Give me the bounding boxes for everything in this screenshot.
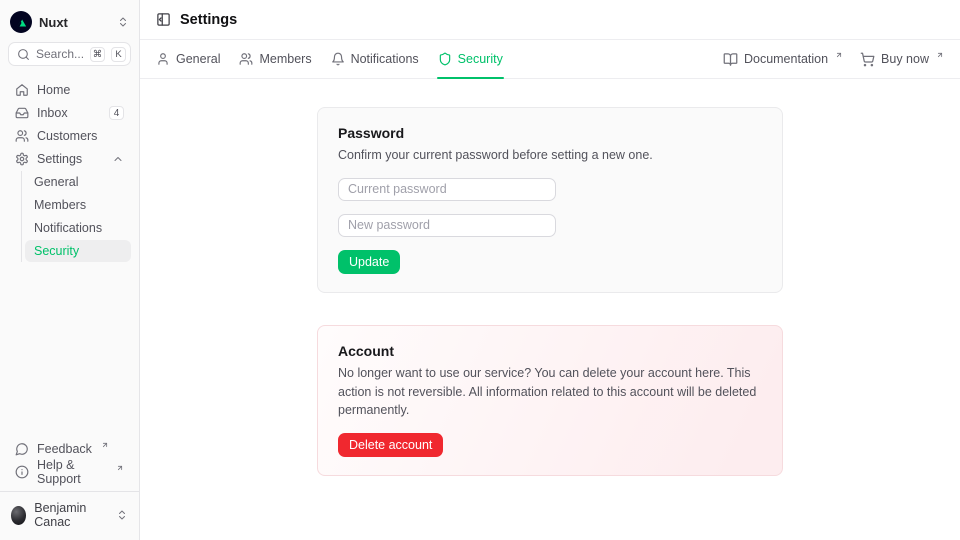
search-icon (17, 48, 30, 61)
sidebar-item-label: Home (37, 83, 70, 97)
update-password-button[interactable]: Update (338, 250, 400, 274)
search-input[interactable]: Search... ⌘ K (8, 42, 131, 66)
sidebar-item-label: Customers (37, 129, 97, 143)
chevrons-up-down-icon (117, 16, 129, 28)
active-tab-underline (437, 77, 504, 79)
action-label: Documentation (744, 52, 828, 66)
cart-icon (860, 52, 875, 67)
sidebar-item-general[interactable]: General (25, 171, 131, 193)
settings-content: Password Confirm your current password b… (140, 79, 960, 540)
delete-account-button[interactable]: Delete account (338, 433, 443, 457)
password-card-description: Confirm your current password before set… (338, 146, 762, 165)
inbox-count-badge: 4 (109, 106, 124, 120)
external-link-icon (116, 464, 124, 472)
sidebar-item-label: General (34, 175, 78, 189)
account-card-description: No longer want to use our service? You c… (338, 364, 762, 420)
home-icon (15, 83, 29, 97)
kbd-k: K (111, 47, 126, 62)
sidebar-item-settings[interactable]: Settings (8, 148, 131, 170)
search-placeholder: Search... (36, 47, 84, 61)
sidebar-item-security[interactable]: Security (25, 240, 131, 262)
gear-icon (15, 152, 29, 166)
sidebar-footer-nav: Feedback Help & Support (8, 438, 131, 483)
sidebar-item-notifications[interactable]: Notifications (25, 217, 131, 239)
nuxt-logo-icon (10, 11, 32, 33)
bell-icon (331, 52, 345, 66)
password-card-title: Password (338, 125, 762, 141)
sidebar-item-feedback[interactable]: Feedback (8, 438, 131, 460)
chat-bubble-icon (15, 442, 29, 456)
tab-security[interactable]: Security (438, 40, 503, 78)
sidebar-item-label: Help & Support (37, 458, 107, 486)
sidebar-item-help-support[interactable]: Help & Support (8, 461, 131, 483)
page-title: Settings (180, 12, 237, 28)
sidebar-item-label: Settings (37, 152, 82, 166)
tab-label: General (176, 52, 220, 66)
sidebar-spacer (8, 262, 131, 425)
sidebar-item-label: Members (34, 198, 86, 212)
workspace-name: Nuxt (39, 15, 68, 30)
new-password-field[interactable] (338, 214, 556, 237)
settings-subnav: General Members Notifications Security (21, 171, 131, 262)
chevron-up-icon (112, 153, 124, 165)
tab-general[interactable]: General (156, 40, 220, 78)
tab-label: Members (259, 52, 311, 66)
kbd-meta: ⌘ (90, 47, 105, 62)
user-menu[interactable]: Benjamin Canac (8, 492, 131, 532)
sidebar-item-inbox[interactable]: Inbox 4 (8, 102, 131, 124)
page-header: Settings (140, 0, 960, 40)
account-card: Account No longer want to use our servic… (317, 325, 783, 476)
external-link-icon (835, 51, 843, 59)
sidebar-item-label: Inbox (37, 106, 68, 120)
sidebar-item-home[interactable]: Home (8, 79, 131, 101)
external-link-icon (101, 441, 109, 449)
inbox-icon (15, 106, 29, 120)
sidebar-item-label: Feedback (37, 442, 92, 456)
settings-tabbar: General Members Notifications Security (140, 40, 960, 79)
collapse-sidebar-icon[interactable] (156, 12, 171, 27)
shield-icon (438, 52, 452, 66)
documentation-link[interactable]: Documentation (723, 52, 843, 67)
chevrons-up-down-icon (116, 509, 128, 521)
password-card: Password Confirm your current password b… (317, 107, 783, 293)
user-name: Benjamin Canac (34, 501, 108, 529)
info-icon (15, 465, 29, 479)
action-label: Buy now (881, 52, 929, 66)
account-card-title: Account (338, 343, 762, 359)
avatar (11, 506, 26, 525)
tabbar-actions: Documentation Buy now (723, 52, 944, 67)
main-area: Settings General Members Notifications (140, 0, 960, 540)
sidebar-nav: Home Inbox 4 Customers Settings (8, 79, 131, 262)
tab-notifications[interactable]: Notifications (331, 40, 419, 78)
workspace-switcher[interactable]: Nuxt (8, 8, 131, 42)
sidebar: Nuxt Search... ⌘ K Home Inbox 4 (0, 0, 140, 540)
external-link-icon (936, 51, 944, 59)
users-icon (15, 129, 29, 143)
sidebar-item-label: Notifications (34, 221, 102, 235)
user-icon (156, 52, 170, 66)
current-password-field[interactable] (338, 178, 556, 201)
sidebar-item-label: Security (34, 244, 79, 258)
users-icon (239, 52, 253, 66)
tab-label: Notifications (351, 52, 419, 66)
sidebar-item-customers[interactable]: Customers (8, 125, 131, 147)
book-open-icon (723, 52, 738, 67)
tab-label: Security (458, 52, 503, 66)
buy-now-link[interactable]: Buy now (860, 52, 944, 67)
tab-members[interactable]: Members (239, 40, 311, 78)
sidebar-item-members[interactable]: Members (25, 194, 131, 216)
